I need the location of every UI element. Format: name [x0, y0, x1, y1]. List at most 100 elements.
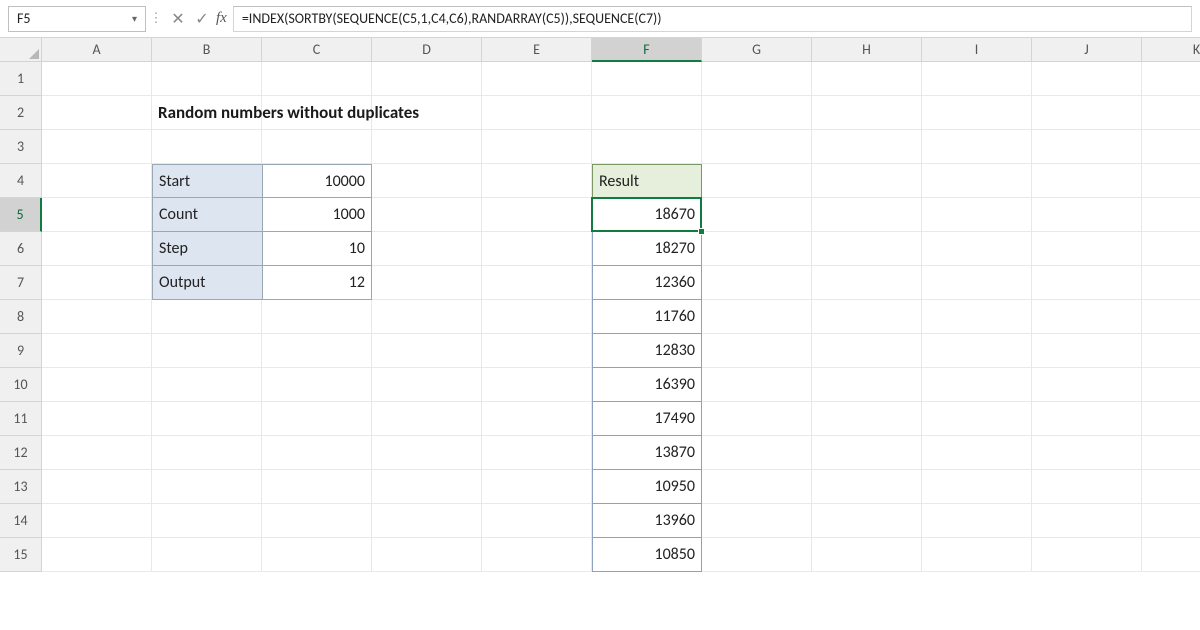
row-header-11[interactable]: 11 — [0, 402, 42, 436]
cell-B12[interactable] — [152, 436, 262, 470]
cell-A13[interactable] — [42, 470, 152, 504]
cell-F8[interactable]: 11760 — [592, 300, 702, 334]
cell-I3[interactable] — [922, 130, 1032, 164]
cell-K4[interactable] — [1142, 164, 1200, 198]
cell-E7[interactable] — [482, 266, 592, 300]
cell-I4[interactable] — [922, 164, 1032, 198]
cell-F13[interactable]: 10950 — [592, 470, 702, 504]
cell-A4[interactable] — [42, 164, 152, 198]
cell-B1[interactable] — [152, 62, 262, 96]
cell-I5[interactable] — [922, 198, 1032, 232]
cell-K9[interactable] — [1142, 334, 1200, 368]
cell-A6[interactable] — [42, 232, 152, 266]
cell-B4[interactable]: Start — [152, 164, 262, 198]
chevron-down-icon[interactable]: ▾ — [132, 12, 137, 25]
cell-C3[interactable] — [262, 130, 372, 164]
cell-D5[interactable] — [372, 198, 482, 232]
cell-B10[interactable] — [152, 368, 262, 402]
cell-H9[interactable] — [812, 334, 922, 368]
cell-C7[interactable]: 12 — [262, 266, 372, 300]
row-header-9[interactable]: 9 — [0, 334, 42, 368]
cell-E3[interactable] — [482, 130, 592, 164]
cell-D9[interactable] — [372, 334, 482, 368]
row-header-15[interactable]: 15 — [0, 538, 42, 572]
cell-E15[interactable] — [482, 538, 592, 572]
fx-icon[interactable]: fx — [216, 10, 227, 27]
cell-C6[interactable]: 10 — [262, 232, 372, 266]
cell-J5[interactable] — [1032, 198, 1142, 232]
name-box[interactable]: F5 ▾ — [8, 6, 146, 32]
row-header-12[interactable]: 12 — [0, 436, 42, 470]
cell-G10[interactable] — [702, 368, 812, 402]
cell-G9[interactable] — [702, 334, 812, 368]
cell-D8[interactable] — [372, 300, 482, 334]
cell-H4[interactable] — [812, 164, 922, 198]
cell-G3[interactable] — [702, 130, 812, 164]
cell-B8[interactable] — [152, 300, 262, 334]
cell-K12[interactable] — [1142, 436, 1200, 470]
cell-D10[interactable] — [372, 368, 482, 402]
cell-E6[interactable] — [482, 232, 592, 266]
column-header-J[interactable]: J — [1032, 38, 1142, 62]
cell-F3[interactable] — [592, 130, 702, 164]
cell-K3[interactable] — [1142, 130, 1200, 164]
cell-K2[interactable] — [1142, 96, 1200, 130]
column-header-K[interactable]: K — [1142, 38, 1200, 62]
cell-A15[interactable] — [42, 538, 152, 572]
cell-J9[interactable] — [1032, 334, 1142, 368]
cell-C15[interactable] — [262, 538, 372, 572]
cell-G4[interactable] — [702, 164, 812, 198]
cell-K6[interactable] — [1142, 232, 1200, 266]
row-header-8[interactable]: 8 — [0, 300, 42, 334]
cell-B3[interactable] — [152, 130, 262, 164]
cell-B9[interactable] — [152, 334, 262, 368]
cell-J3[interactable] — [1032, 130, 1142, 164]
cell-K13[interactable] — [1142, 470, 1200, 504]
cell-J7[interactable] — [1032, 266, 1142, 300]
cell-F5[interactable]: 18670 — [592, 198, 702, 232]
cell-D4[interactable] — [372, 164, 482, 198]
fill-handle[interactable] — [698, 228, 705, 235]
enter-button[interactable]: ✓ — [190, 7, 214, 31]
cell-F11[interactable]: 17490 — [592, 402, 702, 436]
cell-I2[interactable] — [922, 96, 1032, 130]
cell-A10[interactable] — [42, 368, 152, 402]
cell-J14[interactable] — [1032, 504, 1142, 538]
cell-I12[interactable] — [922, 436, 1032, 470]
cell-H11[interactable] — [812, 402, 922, 436]
cell-A11[interactable] — [42, 402, 152, 436]
cell-E9[interactable] — [482, 334, 592, 368]
cell-C4[interactable]: 10000 — [262, 164, 372, 198]
cell-J4[interactable] — [1032, 164, 1142, 198]
cell-F7[interactable]: 12360 — [592, 266, 702, 300]
cell-F12[interactable]: 13870 — [592, 436, 702, 470]
cell-K8[interactable] — [1142, 300, 1200, 334]
column-header-D[interactable]: D — [372, 38, 482, 62]
cell-I14[interactable] — [922, 504, 1032, 538]
cell-D7[interactable] — [372, 266, 482, 300]
cell-E2[interactable] — [482, 96, 592, 130]
cell-C13[interactable] — [262, 470, 372, 504]
row-header-7[interactable]: 7 — [0, 266, 42, 300]
cell-J1[interactable] — [1032, 62, 1142, 96]
cell-I7[interactable] — [922, 266, 1032, 300]
cell-G8[interactable] — [702, 300, 812, 334]
cell-A7[interactable] — [42, 266, 152, 300]
cell-B6[interactable]: Step — [152, 232, 262, 266]
cell-D3[interactable] — [372, 130, 482, 164]
cell-H3[interactable] — [812, 130, 922, 164]
cell-J15[interactable] — [1032, 538, 1142, 572]
cancel-button[interactable]: ✕ — [166, 7, 190, 31]
cell-C8[interactable] — [262, 300, 372, 334]
cell-D6[interactable] — [372, 232, 482, 266]
cell-A12[interactable] — [42, 436, 152, 470]
cell-D15[interactable] — [372, 538, 482, 572]
cell-J12[interactable] — [1032, 436, 1142, 470]
cell-F2[interactable] — [592, 96, 702, 130]
cell-E13[interactable] — [482, 470, 592, 504]
cell-B7[interactable]: Output — [152, 266, 262, 300]
cell-J8[interactable] — [1032, 300, 1142, 334]
cell-H5[interactable] — [812, 198, 922, 232]
cell-D14[interactable] — [372, 504, 482, 538]
cell-C14[interactable] — [262, 504, 372, 538]
